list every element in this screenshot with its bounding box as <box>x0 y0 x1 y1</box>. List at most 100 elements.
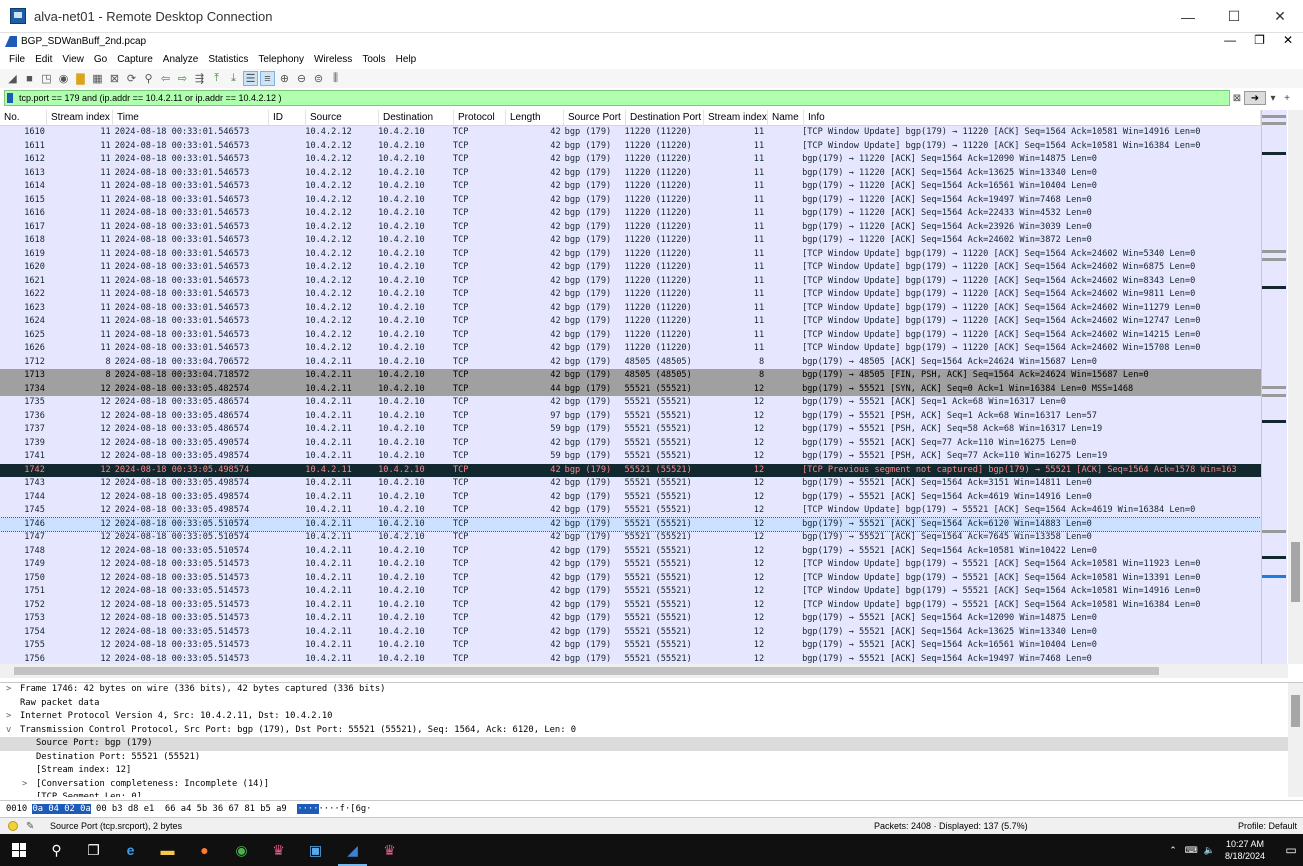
chevron-right-icon[interactable]: > <box>22 778 36 792</box>
menu-analyze[interactable]: Analyze <box>158 54 204 65</box>
minimize-button[interactable]: — <box>1165 0 1211 33</box>
capture-options-icon[interactable]: ◉ <box>56 71 71 86</box>
packet-row[interactable]: 1750 12 2024-08-18 00:33:05.514573 10.4.2.1… <box>0 571 1261 585</box>
menu-tools[interactable]: Tools <box>357 54 390 65</box>
col-header-protocol[interactable]: Protocol <box>454 110 506 126</box>
stop-capture-icon[interactable]: ■ <box>22 71 37 86</box>
menu-go[interactable]: Go <box>89 54 112 65</box>
col-header-stream-index[interactable]: Stream index <box>47 110 113 126</box>
ws-close-button[interactable]: ✕ <box>1283 33 1293 50</box>
task-view-icon[interactable]: ❐ <box>75 834 112 866</box>
packet-list-minimap[interactable] <box>1261 110 1287 664</box>
status-profile[interactable]: Profile: Default <box>1238 821 1297 831</box>
details-tree-item[interactable]: > Internet Protocol Version 4, Src: 10.4.… <box>0 710 1303 724</box>
app-pink-icon[interactable]: ♛ <box>260 834 297 866</box>
chevron-right-icon[interactable]: > <box>6 683 20 697</box>
colorize-icon[interactable]: ≡ <box>260 71 275 86</box>
app-pink-icon-2[interactable]: ♛ <box>371 834 408 866</box>
go-forward-icon[interactable]: ⇨ <box>175 71 190 86</box>
menu-wireless[interactable]: Wireless <box>309 54 357 65</box>
menu-statistics[interactable]: Statistics <box>203 54 253 65</box>
filter-bookmark-icon[interactable] <box>7 93 13 103</box>
details-tree-item[interactable]: Source Port: bgp (179) <box>0 737 1303 751</box>
details-tree-item[interactable]: > Frame 1746: 42 bytes on wire (336 bits)… <box>0 683 1303 697</box>
add-filter-button-icon[interactable]: + <box>1280 91 1294 105</box>
packet-row[interactable]: 1749 12 2024-08-18 00:33:05.514573 10.4.2.1… <box>0 558 1261 572</box>
packet-row[interactable]: 1623 11 2024-08-18 00:33:01.546573 10.4.2.1… <box>0 301 1261 315</box>
packet-row[interactable]: 1734 12 2024-08-18 00:33:05.482574 10.4.2.1… <box>0 382 1261 396</box>
packet-list-vscrollbar[interactable] <box>1288 110 1303 664</box>
reload-file-icon[interactable]: ⟳ <box>124 71 139 86</box>
menu-telephony[interactable]: Telephony <box>253 54 309 65</box>
packet-row[interactable]: 1622 11 2024-08-18 00:33:01.546573 10.4.2.1… <box>0 288 1261 302</box>
menu-edit[interactable]: Edit <box>30 54 57 65</box>
find-packet-icon[interactable]: ⚲ <box>141 71 156 86</box>
packet-row[interactable]: 1737 12 2024-08-18 00:33:05.486574 10.4.2.1… <box>0 423 1261 437</box>
packet-row[interactable]: 1756 12 2024-08-18 00:33:05.514573 10.4.2.1… <box>0 652 1261 664</box>
packet-row[interactable]: 1755 12 2024-08-18 00:33:05.514573 10.4.2.1… <box>0 639 1261 653</box>
details-tree-item[interactable]: Destination Port: 55521 (55521) <box>0 751 1303 765</box>
ws-minimize-button[interactable]: — <box>1224 33 1236 50</box>
chrome-icon[interactable]: ◉ <box>223 834 260 866</box>
packet-row[interactable]: 1617 11 2024-08-18 00:33:01.546573 10.4.2.1… <box>0 220 1261 234</box>
hscroll-thumb[interactable] <box>14 667 1159 675</box>
expert-info-icon[interactable] <box>8 821 18 831</box>
restart-capture-icon[interactable]: ◳ <box>39 71 54 86</box>
recent-filters-dropdown-icon[interactable]: ▾ <box>1266 91 1280 105</box>
packet-row[interactable]: 1614 11 2024-08-18 00:33:01.546573 10.4.2.1… <box>0 180 1261 194</box>
resize-columns-icon[interactable]: ⫼ <box>328 71 343 86</box>
packet-row[interactable]: 1747 12 2024-08-18 00:33:05.510574 10.4.2.1… <box>0 531 1261 545</box>
packet-row[interactable]: 1741 12 2024-08-18 00:33:05.498574 10.4.2.1… <box>0 450 1261 464</box>
remote-desktop-app-icon[interactable]: ▣ <box>297 834 334 866</box>
col-header-stream-index-2[interactable]: Stream index <box>704 110 768 126</box>
menu-capture[interactable]: Capture <box>112 54 158 65</box>
normal-size-icon[interactable]: ⊜ <box>311 71 326 86</box>
packet-row[interactable]: 1615 11 2024-08-18 00:33:01.546573 10.4.2.1… <box>0 193 1261 207</box>
close-button[interactable]: ✕ <box>1257 0 1303 33</box>
packet-row[interactable]: 1742 12 2024-08-18 00:33:05.498574 10.4.2.1… <box>0 463 1261 477</box>
packet-row[interactable]: 1612 11 2024-08-18 00:33:01.546573 10.4.2.1… <box>0 153 1261 167</box>
col-header-destination-port[interactable]: Destination Port <box>626 110 704 126</box>
firefox-icon[interactable]: ● <box>186 834 223 866</box>
packet-row[interactable]: 1611 11 2024-08-18 00:33:01.546573 10.4.2.1… <box>0 139 1261 153</box>
packet-row[interactable]: 1739 12 2024-08-18 00:33:05.490574 10.4.2.1… <box>0 436 1261 450</box>
packet-row[interactable]: 1626 11 2024-08-18 00:33:01.546573 10.4.2.1… <box>0 342 1261 356</box>
details-tree-item[interactable]: > [Conversation completeness: Incomplete … <box>0 778 1303 792</box>
edge-browser-icon[interactable]: e <box>112 834 149 866</box>
ws-restore-button[interactable]: ❐ <box>1254 33 1265 50</box>
save-file-icon[interactable]: ▦ <box>90 71 105 86</box>
go-to-packet-icon[interactable]: ⇶ <box>192 71 207 86</box>
col-header-length[interactable]: Length <box>506 110 564 126</box>
packet-row[interactable]: 1751 12 2024-08-18 00:33:05.514573 10.4.2.1… <box>0 585 1261 599</box>
start-button[interactable] <box>0 834 38 866</box>
packet-row[interactable]: 1625 11 2024-08-18 00:33:01.546573 10.4.2.1… <box>0 328 1261 342</box>
packet-row[interactable]: 1613 11 2024-08-18 00:33:01.546573 10.4.2.1… <box>0 166 1261 180</box>
details-vscrollbar[interactable] <box>1288 683 1303 797</box>
volume-muted-icon[interactable]: 🔈 <box>1204 845 1215 856</box>
details-tree-item[interactable]: v Transmission Control Protocol, Src Port… <box>0 724 1303 738</box>
packet-row[interactable]: 1619 11 2024-08-18 00:33:01.546573 10.4.2.1… <box>0 247 1261 261</box>
details-tree-item[interactable]: [Stream index: 12] <box>0 764 1303 778</box>
go-first-icon[interactable]: ⤒ <box>209 71 224 86</box>
packet-row[interactable]: 1616 11 2024-08-18 00:33:01.546573 10.4.2.1… <box>0 207 1261 221</box>
clear-filter-icon[interactable]: ⊠ <box>1230 91 1244 105</box>
packet-row[interactable]: 1752 12 2024-08-18 00:33:05.514573 10.4.2.1… <box>0 598 1261 612</box>
packet-row[interactable]: 1621 11 2024-08-18 00:33:01.546573 10.4.2.1… <box>0 274 1261 288</box>
packet-row[interactable]: 1753 12 2024-08-18 00:33:05.514573 10.4.2.1… <box>0 612 1261 626</box>
packet-list-hscrollbar[interactable] <box>0 664 1288 678</box>
menu-file[interactable]: File <box>4 54 30 65</box>
packet-row[interactable]: 1713 8 2024-08-18 00:33:04.718572 10.4.2.11… <box>0 369 1261 383</box>
notifications-icon[interactable]: ▭ <box>1279 834 1303 866</box>
packet-row[interactable]: 1610 11 2024-08-18 00:33:01.546573 10.4.2.1… <box>0 126 1261 140</box>
details-tree-item[interactable]: Raw packet data <box>0 697 1303 711</box>
packet-row[interactable]: 1745 12 2024-08-18 00:33:05.498574 10.4.2.1… <box>0 504 1261 518</box>
autoscroll-icon[interactable]: ☰ <box>243 71 258 86</box>
packet-row[interactable]: 1735 12 2024-08-18 00:33:05.486574 10.4.2.1… <box>0 396 1261 410</box>
file-explorer-icon[interactable]: ▬ <box>149 834 186 866</box>
open-file-icon[interactable]: ▇ <box>73 71 88 86</box>
network-icon[interactable]: ⌨ <box>1185 845 1198 856</box>
col-header-time[interactable]: Time <box>113 110 269 126</box>
details-tree-item[interactable]: [TCP Segment Len: 0] <box>0 791 1303 797</box>
col-header-id[interactable]: ID <box>269 110 306 126</box>
packet-row[interactable]: 1744 12 2024-08-18 00:33:05.498574 10.4.2.1… <box>0 490 1261 504</box>
